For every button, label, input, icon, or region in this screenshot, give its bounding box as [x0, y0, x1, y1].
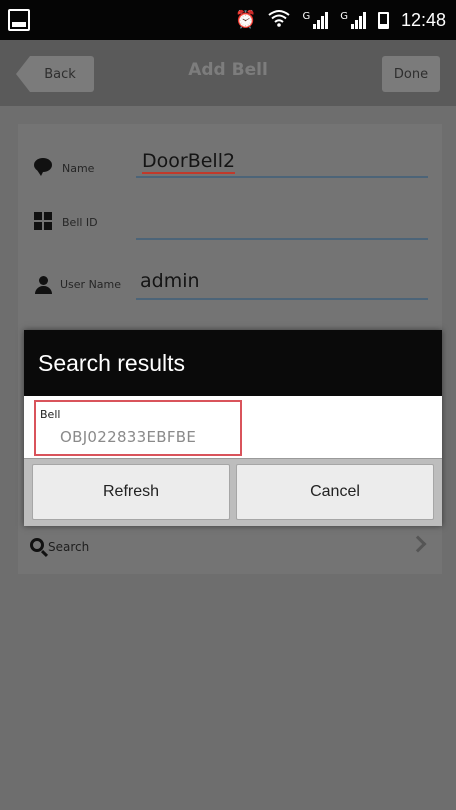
grid-icon	[34, 212, 54, 232]
signal-icon: G	[302, 11, 329, 29]
user-name-underline	[136, 298, 428, 300]
result-label: Bell	[40, 408, 61, 421]
dialog-button-bar: Refresh Cancel	[24, 458, 442, 526]
user-name-row: User Name admin	[18, 258, 442, 318]
name-underline	[136, 176, 428, 178]
chat-bubble-icon	[34, 158, 54, 178]
bell-id-row: Bell ID	[18, 196, 442, 256]
user-name-label: User Name	[60, 278, 122, 291]
alarm-icon: ⏰	[235, 10, 257, 30]
search-results-dialog: Search results Bell OBJ022833EBFBE Refre…	[24, 330, 442, 526]
nav-bar: Back Add Bell Done	[0, 40, 456, 106]
dialog-title: Search results	[24, 330, 442, 396]
user-name-input[interactable]: admin	[140, 270, 200, 292]
done-button[interactable]: Done	[382, 56, 440, 92]
bell-id-underline	[136, 238, 428, 240]
search-row[interactable]: Search	[18, 524, 442, 568]
name-input[interactable]: DoorBell2	[142, 150, 236, 174]
name-label: Name	[62, 162, 95, 175]
name-row: Name DoorBell2	[18, 134, 442, 194]
results-list: Bell OBJ022833EBFBE	[24, 396, 442, 458]
result-value: OBJ022833EBFBE	[60, 428, 197, 446]
chevron-right-icon	[409, 535, 427, 553]
battery-icon	[377, 11, 389, 29]
signal-icon: G	[340, 11, 366, 29]
list-item[interactable]: Bell OBJ022833EBFBE	[34, 400, 242, 456]
person-icon	[34, 276, 54, 296]
status-bar: ⏰ G G 12:48	[0, 0, 456, 40]
screenshot-notification-icon	[8, 9, 30, 31]
wifi-icon	[268, 9, 291, 32]
clock: 12:48	[400, 9, 446, 30]
search-icon	[30, 538, 44, 552]
search-label: Search	[48, 540, 90, 554]
cancel-button[interactable]: Cancel	[236, 464, 434, 520]
bell-id-label: Bell ID	[62, 216, 98, 229]
refresh-button[interactable]: Refresh	[32, 464, 230, 520]
